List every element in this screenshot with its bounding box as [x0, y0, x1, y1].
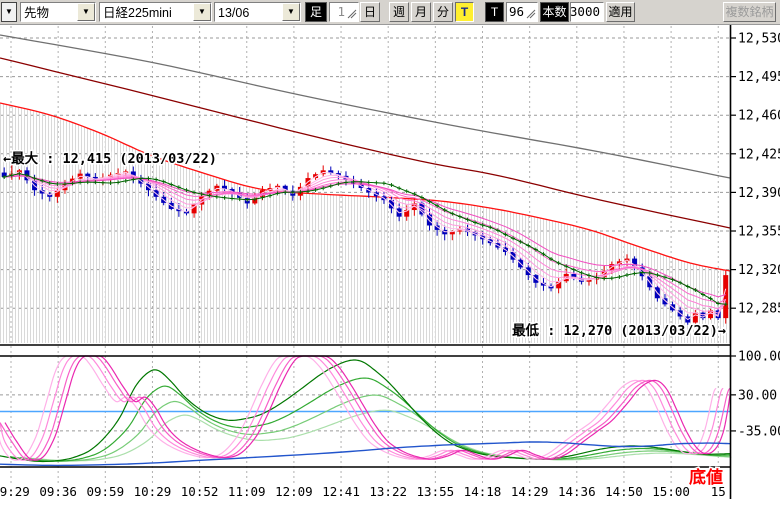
price-axis-label: 12,495	[738, 70, 780, 85]
oscillator-axis-label: -35.00	[738, 424, 780, 439]
spinner-grip-icon[interactable]	[526, 6, 536, 19]
period-minute-button[interactable]: 分	[433, 2, 453, 22]
annotation-text: ←最大 : 12,415 (2013/03/22)	[3, 150, 217, 167]
trading-app-window: { "toolbar": { "nav_dropdown": "▼", "cat…	[0, 0, 780, 500]
chevron-down-icon[interactable]: ▼	[77, 3, 95, 21]
ashi-label: 足	[305, 2, 327, 22]
bar-count-spinner[interactable]: 3000	[570, 2, 604, 22]
oscillator-axis-label: 30.00	[738, 388, 777, 403]
price-axis-label: 12,355	[738, 225, 780, 240]
annotation-text: 最低 : 12,270 (2013/03/22)→	[512, 322, 726, 339]
contract-month-value: 13/06	[215, 3, 282, 21]
price-axis-label: 12,425	[738, 147, 780, 162]
time-axis-label: 14:36	[558, 484, 596, 499]
multi-symbol-button[interactable]: 複数銘柄	[723, 2, 776, 22]
interval-value: 1	[337, 3, 347, 21]
interval-spinner[interactable]: 1	[329, 2, 359, 22]
category-combobox[interactable]: 先物 ▼	[20, 2, 96, 22]
period-month-button[interactable]: 月	[411, 2, 431, 22]
category-value: 先物	[21, 3, 77, 21]
oscillator-panel: 底値	[0, 345, 731, 488]
nav-dropdown-button[interactable]: ▼	[1, 2, 17, 22]
period-week-button[interactable]: 週	[389, 2, 409, 22]
apply-button[interactable]: 適用	[606, 2, 635, 22]
time-axis-label: 14:18	[464, 484, 502, 499]
envelope-hatch-region	[0, 103, 730, 343]
time-axis-label: 14:50	[605, 484, 643, 499]
price-axis-label: 12,285	[738, 302, 780, 317]
symbol-combobox[interactable]: 日経225mini ▼	[99, 2, 212, 22]
time-axis-label: 10:29	[134, 484, 172, 499]
time-axis-label: 10:52	[181, 484, 219, 499]
chevron-down-icon[interactable]: ▼	[193, 3, 211, 21]
tick-count-spinner[interactable]: 96	[506, 2, 538, 22]
time-axis-label: 09:29	[0, 484, 30, 499]
chevron-down-icon[interactable]: ▼	[282, 3, 300, 21]
symbol-value: 日経225mini	[100, 3, 193, 21]
price-axis-label: 12,530	[738, 32, 780, 47]
price-chart-canvas[interactable]: ←最大 : 12,415 (2013/03/22) 最低 : 12,270 (20…	[0, 25, 780, 500]
time-axis-label: 13:55	[417, 484, 455, 499]
tick-count-value: 96	[509, 3, 526, 21]
toolbar: ▼ 先物 ▼ 日経225mini ▼ 13/06 ▼ 足 1 日 週 月 分 T…	[0, 0, 780, 25]
tick-count-label: T	[485, 2, 504, 22]
time-axis-label: 15	[711, 484, 726, 499]
time-axis-labels: 09:29 09:36 09:59 10:29 10:52 11:09 12:09 12:41…	[0, 484, 726, 499]
time-axis-label: 13:22	[369, 484, 407, 499]
spinner-grip-icon[interactable]	[347, 6, 357, 19]
contract-month-combobox[interactable]: 13/06 ▼	[214, 2, 301, 22]
time-axis-label: 09:59	[86, 484, 124, 499]
bar-count-value: 3000	[570, 3, 602, 21]
price-axis-label: 12,460	[738, 109, 780, 124]
time-axis-label: 11:09	[228, 484, 266, 499]
price-axis-label: 12,320	[738, 263, 780, 278]
time-axis-label: 12:09	[275, 484, 313, 499]
bar-count-label: 本数	[540, 2, 569, 22]
oscillator-axis-label: 100.00	[738, 350, 780, 365]
time-axis-label: 09:36	[39, 484, 77, 499]
time-axis-label: 12:41	[322, 484, 360, 499]
period-tick-button[interactable]: T	[455, 2, 474, 22]
period-day-button[interactable]: 日	[360, 2, 380, 22]
time-axis-label: 15:00	[652, 484, 690, 499]
chart-area[interactable]: ←最大 : 12,415 (2013/03/22) 最低 : 12,270 (20…	[0, 25, 780, 500]
price-axis-label: 12,390	[738, 186, 780, 201]
time-axis-label: 14:29	[511, 484, 549, 499]
